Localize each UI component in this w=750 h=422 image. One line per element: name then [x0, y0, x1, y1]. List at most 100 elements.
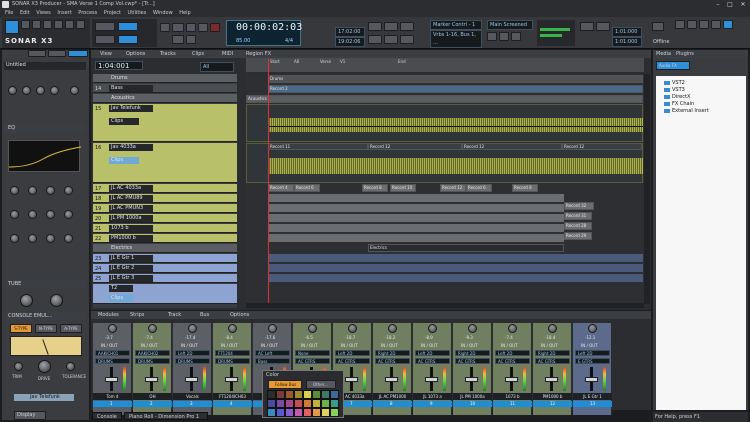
- menu-clips[interactable]: Clips: [192, 51, 204, 57]
- track-row[interactable]: T2 Clips: [93, 284, 237, 304]
- input-selector[interactable]: Left 2D: [495, 350, 530, 356]
- now-time-marker[interactable]: [268, 58, 269, 308]
- channel-strip[interactable]: -7.4 IN / OUT Left 2D AC GTRS 1073 b 11: [493, 323, 532, 415]
- lane-name[interactable]: T2: [109, 285, 133, 292]
- track-row[interactable]: 22 PM1000 b: [93, 234, 237, 243]
- tolerance-knob[interactable]: [66, 362, 75, 371]
- menu-options[interactable]: Options: [230, 312, 249, 318]
- clip-record[interactable]: Record 12: [562, 143, 642, 150]
- menu-window[interactable]: Window: [153, 9, 173, 17]
- prochannel-tab[interactable]: [68, 50, 88, 57]
- color-swatch[interactable]: [330, 399, 339, 408]
- track-name[interactable]: JL AC 4033a: [109, 185, 153, 192]
- channel-strip[interactable]: -3.7 IN / OUT AAKICH01 DRUMS Tom 41: [93, 323, 132, 415]
- clip-record[interactable]: Record 12: [440, 184, 466, 192]
- color-swatch[interactable]: [285, 390, 294, 399]
- tempo-readout[interactable]: 85.00: [236, 38, 250, 44]
- screenset-button[interactable]: [687, 20, 697, 29]
- input-selector[interactable]: Left 2D: [575, 350, 610, 356]
- menu-options[interactable]: Options: [126, 51, 145, 57]
- channel-strip[interactable]: -18.2 IN / OUT Right 2D AC GTRS JL AC PM1000…: [373, 323, 412, 415]
- mix-button[interactable]: [487, 32, 497, 41]
- pan-knob[interactable]: [308, 324, 317, 333]
- console-emulator-header[interactable]: CONSOLE EMUL...: [4, 312, 86, 320]
- color-swatch[interactable]: [303, 408, 312, 417]
- menu-views[interactable]: Views: [36, 9, 50, 17]
- pan-knob[interactable]: [588, 324, 597, 333]
- other-color-button[interactable]: Other...: [306, 380, 336, 389]
- input-selector[interactable]: None: [295, 350, 330, 356]
- input-selector[interactable]: Left 2D: [415, 350, 450, 356]
- screenset-button[interactable]: [675, 20, 685, 29]
- menu-insert[interactable]: Insert: [57, 9, 71, 17]
- maximize-button[interactable]: □: [724, 0, 736, 9]
- color-swatch[interactable]: [312, 408, 321, 417]
- eq-knob[interactable]: [64, 234, 73, 243]
- track-name[interactable]: JL PM 1000a: [109, 215, 153, 222]
- color-swatch[interactable]: [330, 390, 339, 399]
- color-swatch[interactable]: [276, 408, 285, 417]
- menu-region-fx[interactable]: Region FX: [246, 51, 271, 57]
- pan-knob[interactable]: [36, 86, 45, 95]
- menu-process[interactable]: Process: [78, 9, 97, 17]
- channel-name[interactable]: JL AC PM1000: [373, 393, 412, 400]
- n-type-button[interactable]: N-TYPE: [35, 324, 57, 333]
- clip-record[interactable]: Record 32: [564, 202, 594, 210]
- track-name[interactable]: Bass: [109, 85, 153, 92]
- channel-name[interactable]: JL E Gtr 1: [573, 393, 612, 400]
- track-name[interactable]: PM1000 b: [109, 235, 153, 242]
- folder-electrics[interactable]: Electrics: [93, 244, 237, 253]
- folder-acoustics[interactable]: Acoustics: [93, 94, 237, 103]
- track-name[interactable]: JL E Gtr 2: [109, 265, 153, 272]
- mode-button[interactable]: [95, 35, 115, 44]
- loop-button[interactable]: [172, 35, 184, 44]
- channel-name[interactable]: 1073 b: [493, 393, 532, 400]
- menu-view[interactable]: View: [100, 51, 112, 57]
- loop-end-field[interactable]: 19:02:06: [335, 37, 365, 47]
- punch-button[interactable]: [580, 22, 594, 31]
- track-selector[interactable]: Vrbs 1-16, Bus 1, ...: [430, 30, 482, 48]
- lane-name[interactable]: Clips: [109, 157, 139, 164]
- clip-tab[interactable]: [28, 50, 46, 57]
- minimize-button[interactable]: –: [712, 0, 724, 9]
- close-button[interactable]: ✕: [737, 0, 749, 9]
- track-row[interactable]: 17 JL AC 4033a: [93, 184, 237, 193]
- track-name[interactable]: JL E Gtr 3: [109, 275, 153, 282]
- channel-strip[interactable]: -8.9 IN / OUT Left 2D AC GTRS JL 1073 a9: [413, 323, 452, 415]
- screenset-button[interactable]: [711, 20, 721, 29]
- track-name[interactable]: JL AC PMU89: [109, 195, 153, 202]
- output-selector[interactable]: AC GTRS: [335, 358, 370, 364]
- fader-cap[interactable]: [105, 377, 118, 382]
- pan-knob[interactable]: [388, 324, 397, 333]
- screenset-button[interactable]: [723, 20, 733, 29]
- display-button[interactable]: Display: [14, 411, 46, 420]
- color-swatch[interactable]: [285, 408, 294, 417]
- eq-knob[interactable]: [10, 234, 19, 243]
- track-name[interactable]: Jav 4033a: [109, 144, 153, 151]
- input-selector[interactable]: Right 2D: [455, 350, 490, 356]
- track-row[interactable]: 19 JL AC PMUN3: [93, 204, 237, 213]
- channel-name[interactable]: OH: [133, 393, 172, 400]
- color-swatch[interactable]: [276, 390, 285, 399]
- marker-start[interactable]: Start: [270, 59, 280, 64]
- marker-button[interactable]: [400, 35, 414, 44]
- follow-bus-button[interactable]: Follow Bus: [268, 380, 302, 389]
- fader-cap[interactable]: [145, 377, 158, 382]
- output-selector[interactable]: DRUMS: [175, 358, 210, 364]
- meter-readout[interactable]: 4/4: [285, 38, 293, 44]
- trim-knob[interactable]: [14, 362, 23, 371]
- track-name[interactable]: 1073 b: [109, 225, 153, 232]
- plugins-tab[interactable]: Plugins: [676, 51, 694, 57]
- clip-record[interactable]: Record 8: [362, 184, 388, 192]
- channel-strip[interactable]: -8.4 IN / OUT FT1204 DRUMS FT1204ICH03 4: [213, 323, 252, 415]
- channel-name[interactable]: Tom 4: [93, 393, 132, 400]
- marker-button[interactable]: [384, 35, 398, 44]
- select-module-button[interactable]: [368, 22, 382, 31]
- clip-record[interactable]: Record 31: [564, 212, 592, 220]
- menu-file[interactable]: File: [5, 9, 13, 17]
- output-selector[interactable]: DRUMS: [135, 358, 170, 364]
- clip-record[interactable]: Record 28: [564, 222, 592, 230]
- menu-track[interactable]: Track: [168, 312, 181, 318]
- eq-graph[interactable]: [8, 140, 82, 172]
- mix-button[interactable]: [499, 32, 509, 41]
